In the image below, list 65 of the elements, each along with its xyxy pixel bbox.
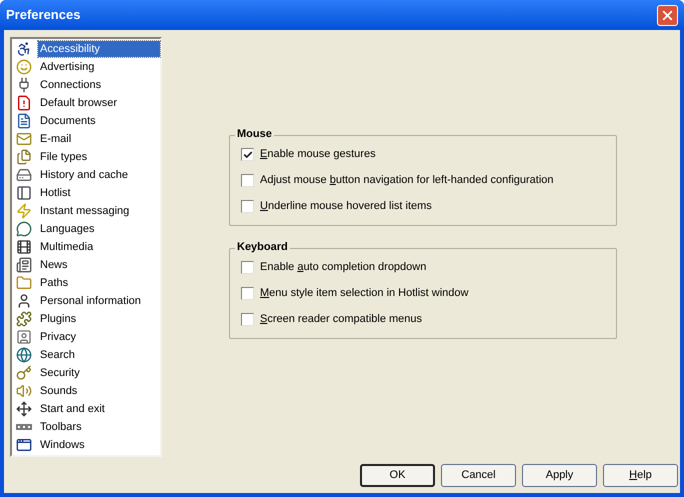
checkmark-icon [242,150,252,160]
dialog-button[interactable]: Cancel [441,464,516,487]
person-icon [16,293,32,309]
envelope-icon [16,131,32,147]
option-label: Enable mouse gestures [260,147,376,162]
arrows-icon [16,401,32,417]
sidebar-item[interactable]: Sounds [38,383,80,399]
sidebar-item[interactable]: News [38,257,70,273]
sidebar-item[interactable]: Connections [38,77,104,93]
sidebar-item[interactable]: Languages [38,221,96,237]
sidebar-item[interactable]: Advertising [38,59,96,75]
sidebar-item[interactable]: Instant messaging [38,203,132,219]
sidebar-item[interactable]: Start and exit [38,401,107,417]
sidebar-item[interactable]: Privacy [38,329,78,345]
newspaper-icon [16,257,32,273]
dialog-button[interactable]: Apply [522,464,597,487]
checkbox[interactable] [241,200,254,213]
option-label: Menu style item selection in Hotlist window [260,286,468,302]
document-icon [16,113,32,129]
smiley-icon [16,59,32,75]
sidebar-item[interactable]: Accessibility [38,41,160,57]
files-icon [16,149,32,165]
dialog-button[interactable]: OK [360,464,435,487]
folder-icon [16,275,32,291]
key-icon [16,365,32,381]
sidebar-item[interactable]: Search [38,347,77,363]
lightning-icon [16,203,32,219]
globe-icon [16,347,32,363]
sidebar-item[interactable]: History and cache [38,167,130,183]
sidebar-item[interactable]: Personal information [38,293,143,309]
window-icon [16,185,32,201]
sidebar-item[interactable]: Paths [38,275,70,291]
checkbox[interactable] [241,287,254,300]
speech-bubble-icon [16,221,32,237]
wheelchair-icon [16,41,32,57]
drive-icon [16,167,32,183]
option-label: Screen reader compatible menus [260,312,422,328]
sidebar-item[interactable]: File types [38,149,90,165]
sidebar-item[interactable]: Hotlist [38,185,73,201]
checkbox[interactable] [241,174,254,187]
checkbox[interactable] [241,148,254,161]
sidebar-item[interactable]: Default browser [38,95,120,111]
speaker-icon [16,383,32,399]
sidebar-item[interactable]: Documents [38,113,98,129]
dialog-button[interactable]: Help [603,464,678,487]
checkbox[interactable] [241,313,254,326]
checkbox[interactable] [241,261,254,274]
option-label: Enable auto completion dropdown [260,260,426,276]
sidebar-item[interactable]: Plugins [38,311,78,327]
group-title: Keyboard [235,241,290,254]
window-title: Preferences [6,6,80,24]
toolbar-icon [16,424,32,430]
windows-icon [16,437,32,453]
option-label: Underline mouse hovered list items [260,199,432,214]
document-icon [16,95,32,111]
close-button[interactable] [657,4,678,26]
sidebar-item[interactable]: Multimedia [38,239,96,255]
sidebar-item[interactable]: Security [38,365,82,381]
puzzle-icon [16,311,32,327]
option-label: Adjust mouse button navigation for left-handed configuration [260,173,554,188]
sidebar-item[interactable]: E-mail [38,131,74,147]
sidebar-item[interactable]: Toolbars [38,419,84,435]
sidebar-item[interactable]: Windows [38,437,87,453]
silhouette-icon [16,329,32,345]
film-icon [16,239,32,255]
